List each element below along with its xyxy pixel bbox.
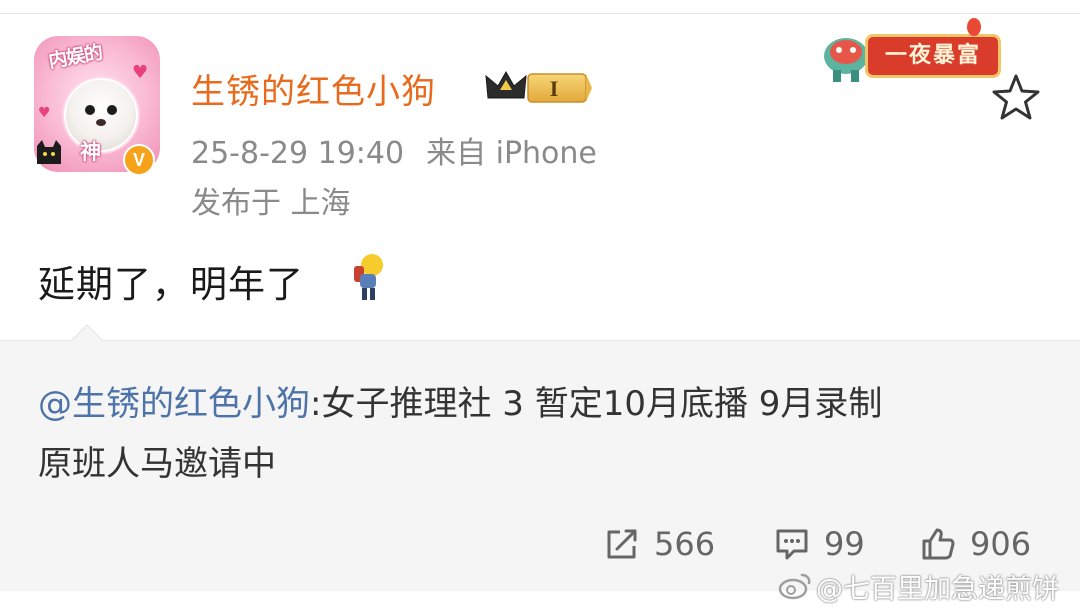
watermark: @七百里加急递煎饼 (778, 566, 1059, 606)
star-icon[interactable] (990, 72, 1042, 122)
fortune-banner: 一夜暴富 (865, 34, 1001, 78)
top-divider (0, 13, 1080, 14)
repost-text-line2: 原班人马邀请中 (38, 444, 276, 484)
avatar-nose (96, 119, 106, 126)
cat-icon (37, 140, 61, 164)
heart-icon: ♥ (38, 105, 51, 121)
avatar-bottom-text: 神 (80, 140, 101, 164)
like-count: 906 (970, 525, 1032, 563)
post-text: 延期了，明年了 (38, 263, 304, 306)
share-icon (607, 529, 637, 559)
comment-icon (776, 529, 808, 560)
repost-count: 566 (654, 525, 716, 563)
avatar-eye (85, 105, 95, 115)
weibo-logo-icon (778, 573, 811, 600)
post-date: 25-8-29 19:40 (191, 136, 405, 171)
avatar-animal-face (64, 78, 138, 152)
fortune-decoration: 一夜暴富 (815, 18, 1005, 88)
avatar-eye (107, 105, 117, 115)
thumbs-up-icon (922, 528, 955, 560)
post-meta: 25-8-29 19:40 来自 iPhone (191, 128, 597, 172)
watermark-text: @七百里加急递煎饼 (816, 573, 1059, 605)
weibo-post: ♥ ♥ 内娱的 神 V 生锈的红色小狗 I 25-8-29 19:40 来自 i… (0, 0, 1080, 614)
bow-emoji-icon (354, 254, 383, 300)
verified-badge: V (123, 144, 155, 176)
repost-button[interactable]: 566 (604, 520, 715, 568)
like-button[interactable]: 906 (920, 520, 1031, 568)
comment-button[interactable]: 99 (774, 520, 865, 568)
lantern-icon (967, 18, 981, 36)
repost-text-rest: :女子推理社 3 暂定10月底播 9月录制 (310, 384, 883, 424)
repost-text-line1: @生锈的红色小狗:女子推理社 3 暂定10月底播 9月录制 (38, 376, 882, 425)
vip-crown-badge[interactable]: I (484, 68, 594, 108)
avatar[interactable]: ♥ ♥ 内娱的 神 V (34, 36, 160, 176)
post-source[interactable]: 来自 iPhone (426, 136, 597, 171)
username[interactable]: 生锈的红色小狗 (191, 64, 436, 113)
heart-icon: ♥ (132, 62, 149, 83)
post-location: 发布于 上海 (191, 186, 351, 221)
repost-notch-fill (71, 326, 103, 342)
comment-count: 99 (824, 525, 865, 563)
vip-level-text: I (550, 76, 559, 101)
mention-link[interactable]: @生锈的红色小狗 (38, 384, 310, 424)
